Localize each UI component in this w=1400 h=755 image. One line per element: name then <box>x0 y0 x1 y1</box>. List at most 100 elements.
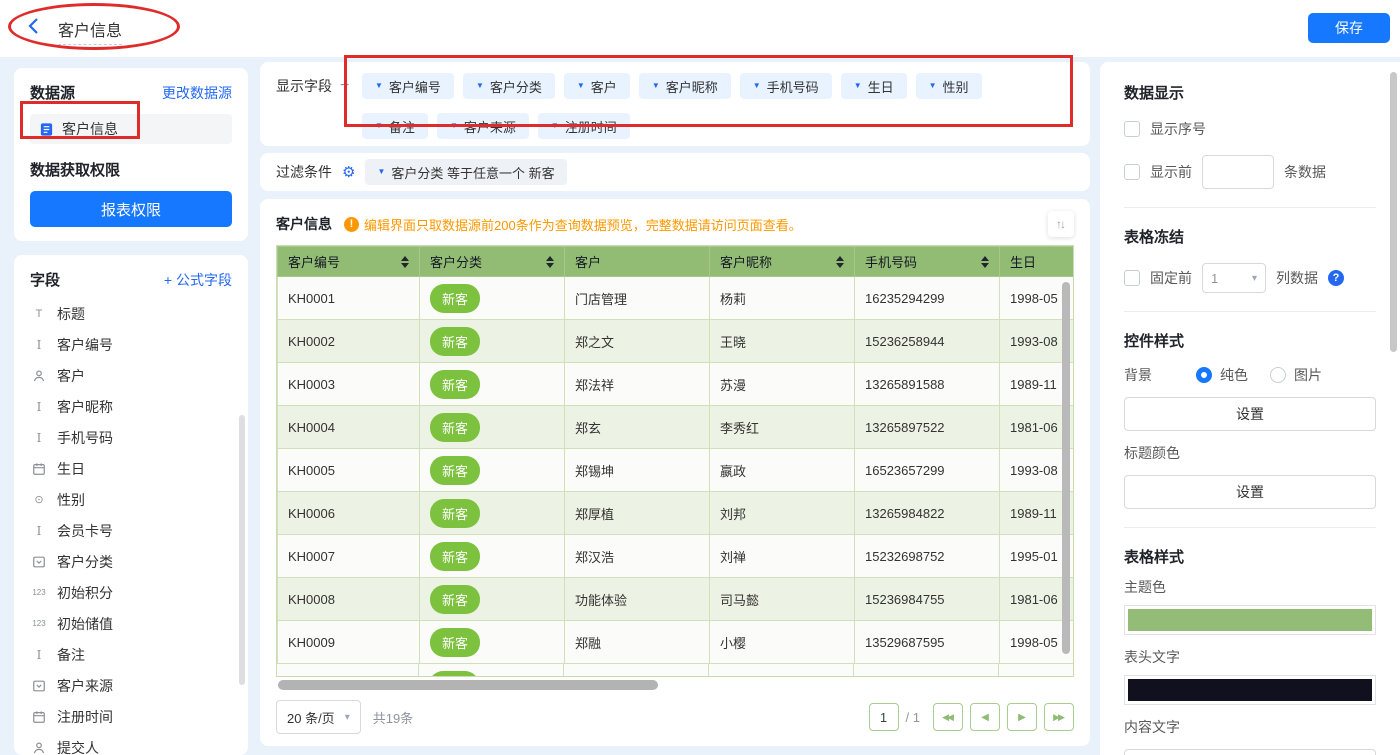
field-item[interactable]: 客户分类 <box>30 546 232 577</box>
sort-arrows-icon[interactable] <box>401 255 409 268</box>
change-datasource-link[interactable]: 更改数据源 <box>162 83 232 103</box>
field-item[interactable]: 注册时间 <box>30 701 232 732</box>
text-icon: I <box>36 337 42 352</box>
status-badge: 新客 <box>430 584 481 614</box>
select-icon <box>30 555 48 569</box>
add-display-field-button[interactable]: + <box>340 77 349 95</box>
table-row[interactable]: KH0007 新客 郑汉浩 刘禅 15232698752 1995-01 <box>277 534 1073 578</box>
freeze-count-value: 1 <box>1211 270 1219 286</box>
field-item[interactable]: ⊙ 性别 <box>30 484 232 515</box>
display-field-tag[interactable]: ▼ 手机号码 <box>739 73 832 99</box>
field-item-label: 提交人 <box>57 739 99 755</box>
title-color-set-button[interactable]: 设置 <box>1124 475 1376 509</box>
theme-color-label: 主题色 <box>1124 579 1166 595</box>
theme-color-swatch[interactable] <box>1124 605 1376 635</box>
table-row[interactable]: KH0009 新客 郑融 小樱 13529687595 1998-05 <box>277 620 1073 664</box>
column-sort-order-icon[interactable]: ↑↓ <box>1048 211 1074 237</box>
datasource-heading: 数据源 <box>30 85 76 102</box>
display-field-tag[interactable]: ▼ 生日 <box>840 73 907 99</box>
display-field-tag[interactable]: ▼ 客户分类 <box>462 73 555 99</box>
field-item[interactable]: 123 初始储值 <box>30 608 232 639</box>
help-icon[interactable]: ? <box>1328 270 1344 286</box>
table-row[interactable]: KH0004 新客 郑玄 李秀红 13265897522 1981-06 <box>277 405 1073 449</box>
field-item[interactable]: 生日 <box>30 453 232 484</box>
column-header[interactable]: 客户昵称 <box>709 246 855 277</box>
display-field-tag-label: 客户 <box>590 79 617 95</box>
add-formula-field-link[interactable]: + 公式字段 <box>164 270 232 290</box>
field-item-label: 手机号码 <box>57 429 113 446</box>
panel-scrollbar[interactable] <box>1390 72 1397 352</box>
field-item[interactable]: I 会员卡号 <box>30 515 232 546</box>
display-field-tag[interactable]: ▼ 客户昵称 <box>638 73 731 99</box>
row-limit-input[interactable] <box>1202 155 1274 189</box>
page-size-value: 20 条/页 <box>287 710 335 726</box>
current-page-input[interactable]: 1 <box>868 703 899 731</box>
column-header[interactable]: 客户 <box>564 246 710 277</box>
table-row[interactable]: KH0006 新客 郑厚植 刘邦 13265984822 1989-11 <box>277 491 1073 535</box>
settings-panel: 数据显示 显示序号 显示前 条数据 表格冻结 固定前 1 ▾ 列数据 ? 控件样… <box>1100 62 1400 755</box>
column-header[interactable]: 客户编号 <box>277 246 420 277</box>
table-row[interactable]: KH0001 新客 门店管理 杨莉 16235294299 1998-05 <box>277 276 1073 320</box>
next-page-button[interactable]: ▶ <box>1007 703 1037 731</box>
field-item[interactable]: I 客户编号 <box>30 329 232 360</box>
table-row[interactable]: KH0008 新客 功能体验 司马懿 15236984755 1981-06 <box>277 577 1073 621</box>
status-badge: 新客 <box>430 412 481 442</box>
background-set-button[interactable]: 设置 <box>1124 397 1376 431</box>
field-item[interactable]: 客户 <box>30 360 232 391</box>
column-header[interactable]: 生日 <box>999 246 1073 277</box>
column-header[interactable]: 手机号码 <box>854 246 1000 277</box>
field-item[interactable]: T 标题 <box>30 298 232 329</box>
field-item[interactable]: 客户来源 <box>30 670 232 701</box>
data-display-heading: 数据显示 <box>1124 85 1185 102</box>
table-row[interactable]: KH0003 新客 郑法祥 苏漫 13265891588 1989-11 <box>277 362 1073 406</box>
solid-color-radio[interactable] <box>1196 367 1212 383</box>
calendar-icon <box>30 710 48 724</box>
field-item[interactable]: 123 初始积分 <box>30 577 232 608</box>
freeze-count-select[interactable]: 1 ▾ <box>1202 263 1266 293</box>
filter-condition-tag[interactable]: ▼ 客户分类 等于任意一个 新客 <box>365 159 567 185</box>
header-text-color-swatch[interactable] <box>1124 675 1376 705</box>
freeze-columns-checkbox[interactable] <box>1124 270 1140 286</box>
display-field-tag[interactable]: ▼ 性别 <box>915 73 982 99</box>
horizontal-scrollbar-thumb[interactable] <box>278 680 658 690</box>
column-header-label: 客户昵称 <box>720 255 773 270</box>
content-text-set-button[interactable]: 设置 <box>1124 749 1376 755</box>
table-row[interactable]: KH0002 新客 郑之文 王晓 15236258944 1993-08 <box>277 319 1073 363</box>
display-field-tag[interactable]: ▼ 备注 <box>362 113 428 139</box>
image-radio[interactable] <box>1270 367 1286 383</box>
sort-arrows-icon[interactable] <box>981 255 989 268</box>
caret-down-icon: ▼ <box>377 167 386 176</box>
display-field-tag[interactable]: ▼ 客户编号 <box>362 73 454 99</box>
save-button[interactable]: 保存 <box>1308 13 1390 43</box>
datasource-item[interactable]: 客户信息 <box>30 114 232 144</box>
filter-settings-gear-icon[interactable]: ⚙ <box>342 163 355 181</box>
table-cell: KH0008 <box>277 577 420 621</box>
display-field-tag[interactable]: ▼ 客户来源 <box>436 113 529 139</box>
back-icon[interactable] <box>26 17 42 38</box>
last-page-button[interactable]: ▶▶ <box>1044 703 1074 731</box>
table-vertical-scrollbar[interactable] <box>1062 282 1070 654</box>
field-item[interactable]: I 备注 <box>30 639 232 670</box>
field-item[interactable]: 提交人 <box>30 732 232 755</box>
display-field-tag-label: 手机号码 <box>766 79 819 95</box>
show-index-checkbox[interactable] <box>1124 121 1140 137</box>
field-item[interactable]: I 手机号码 <box>30 422 232 453</box>
text-icon: I <box>36 647 42 662</box>
table-freeze-heading: 表格冻结 <box>1124 229 1185 246</box>
prev-page-button[interactable]: ◀ <box>970 703 1000 731</box>
field-item-label: 客户分类 <box>57 553 113 570</box>
status-badge: 新客 <box>430 455 481 485</box>
field-item[interactable]: I 客户昵称 <box>30 391 232 422</box>
report-permission-button[interactable]: 报表权限 <box>30 191 232 227</box>
show-first-checkbox[interactable] <box>1124 164 1140 180</box>
fields-scrollbar[interactable] <box>239 415 245 685</box>
sort-arrows-icon[interactable] <box>836 255 844 268</box>
display-field-tag[interactable]: ▼ 客户 <box>563 73 630 99</box>
filter-card: 过滤条件 ⚙ ▼ 客户分类 等于任意一个 新客 <box>260 153 1090 191</box>
table-row[interactable]: KH0005 新客 郑锡坤 嬴政 16523657299 1993-08 <box>277 448 1073 492</box>
column-header[interactable]: 客户分类 <box>419 246 565 277</box>
page-size-select[interactable]: 20 条/页 ▾ <box>276 700 361 734</box>
sort-arrows-icon[interactable] <box>546 255 554 268</box>
display-field-tag[interactable]: ▼ 注册时间 <box>537 113 630 139</box>
first-page-button[interactable]: ◀◀ <box>933 703 963 731</box>
